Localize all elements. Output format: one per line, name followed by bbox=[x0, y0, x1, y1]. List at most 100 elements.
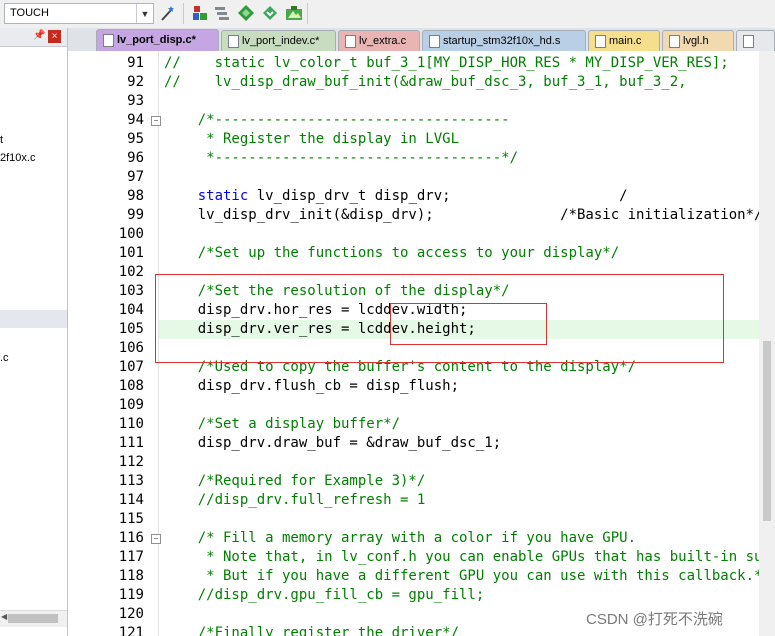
target-select-value: TOUCH bbox=[10, 7, 49, 19]
project-tree-selected-row[interactable] bbox=[0, 310, 67, 328]
code-line[interactable]: // lv_disp_draw_buf_init(&draw_buf_dsc_3… bbox=[164, 73, 687, 92]
line-number: 99 bbox=[127, 207, 144, 223]
code-editor[interactable]: 91 // static lv_color_t buf_3_1[MY_DISP_H… bbox=[68, 51, 775, 636]
line-number: 121 bbox=[118, 625, 144, 636]
scroll-left-icon[interactable]: ◀ bbox=[1, 612, 7, 621]
line-number: 111 bbox=[118, 435, 144, 451]
line-number: 96 bbox=[127, 150, 144, 166]
code-line[interactable]: /*----------------------------------- bbox=[164, 111, 510, 130]
tab-label: lv_extra.c bbox=[359, 35, 407, 47]
line-number: 98 bbox=[127, 188, 144, 204]
wand-icon[interactable] bbox=[158, 3, 178, 23]
comment-text: //disp_drv.gpu_fill_cb = gpu_fill; bbox=[164, 587, 485, 603]
file-icon bbox=[595, 35, 606, 48]
code-text: lv_disp_drv_t disp_drv; / bbox=[248, 188, 628, 204]
editor-vscrollbar[interactable] bbox=[759, 51, 775, 636]
code-line[interactable]: disp_drv.draw_buf = &draw_buf_dsc_1; bbox=[164, 434, 501, 453]
code-line[interactable]: // static lv_color_t buf_3_1[MY_DISP_HOR… bbox=[164, 54, 729, 73]
tab-lv-extra[interactable]: lv_extra.c bbox=[338, 30, 420, 51]
project-panel: 📌 × t 2f10x.c .c ◀ bbox=[0, 28, 68, 636]
project-tree-item[interactable]: 2f10x.c bbox=[0, 152, 35, 164]
code-line[interactable]: * Register the display in LVGL bbox=[164, 130, 459, 149]
code-line[interactable]: /*Finally register the driver*/ bbox=[164, 624, 459, 636]
tab-main[interactable]: main.c bbox=[588, 30, 660, 51]
line-number: 100 bbox=[118, 226, 144, 242]
keyword-token: static bbox=[197, 188, 249, 204]
tab-lvgl-h[interactable]: lvgl.h bbox=[662, 30, 734, 51]
code-line[interactable]: * But if you have a different GPU you ca… bbox=[164, 567, 771, 586]
pack-installer-icon[interactable] bbox=[236, 3, 256, 23]
code-text: disp_drv.draw_buf = &draw_buf_dsc_1; bbox=[164, 435, 502, 451]
tab-overflow[interactable] bbox=[736, 30, 775, 51]
comment-text: /*Required for Example 3)*/ bbox=[164, 473, 426, 489]
code-text: disp_drv.flush_cb = disp_flush; bbox=[164, 378, 460, 394]
line-number: 116 bbox=[118, 530, 144, 546]
line-number: 93 bbox=[127, 93, 144, 109]
comment-text: * Register the display in LVGL bbox=[164, 131, 460, 147]
chevron-down-icon[interactable]: ▼ bbox=[136, 4, 153, 23]
line-number: 94 bbox=[127, 112, 144, 128]
scrollbar-thumb[interactable] bbox=[8, 614, 58, 623]
code-line[interactable]: /*Set a display buffer*/ bbox=[164, 415, 400, 434]
watermark: CSDN @打死不洗碗 bbox=[586, 611, 723, 628]
target-select[interactable]: TOUCH ▼ bbox=[4, 3, 154, 24]
project-panel-hscrollbar[interactable]: ◀ bbox=[0, 610, 67, 627]
code-line[interactable]: static lv_disp_drv_t disp_drv; / bbox=[164, 187, 628, 206]
line-number: 104 bbox=[118, 302, 144, 318]
comment-text: /*Finally register the driver*/ bbox=[164, 625, 460, 636]
line-number: 107 bbox=[118, 359, 144, 375]
tab-label: lvgl.h bbox=[683, 35, 709, 47]
code-line[interactable]: /*Set up the functions to access to your… bbox=[164, 244, 619, 263]
line-number: 118 bbox=[118, 568, 144, 584]
file-icon bbox=[345, 35, 356, 48]
pin-icon[interactable]: 📌 bbox=[33, 30, 45, 41]
comment-text: * Note that, in lv_conf.h you can enable… bbox=[206, 549, 775, 565]
manage-components-icon[interactable] bbox=[212, 3, 232, 23]
line-number: 109 bbox=[118, 397, 144, 413]
line-number: 110 bbox=[118, 416, 144, 432]
code-line[interactable]: //disp_drv.gpu_fill_cb = gpu_fill; bbox=[164, 586, 485, 605]
comment-text: //disp_drv.full_refresh = 1 bbox=[164, 492, 426, 508]
line-number: 101 bbox=[118, 245, 144, 261]
line-number: 112 bbox=[118, 454, 144, 470]
fold-toggle-icon[interactable]: − bbox=[151, 534, 161, 544]
tab-label: startup_stm32f10x_hd.s bbox=[443, 35, 561, 47]
tab-lv-port-disp[interactable]: lv_port_disp.c* bbox=[96, 29, 219, 51]
code-line[interactable]: disp_drv.flush_cb = disp_flush; bbox=[164, 377, 459, 396]
line-number: 105 bbox=[118, 321, 144, 337]
code-line[interactable]: lv_disp_drv_init(&disp_drv); /*Basic ini… bbox=[164, 206, 763, 225]
select-device-icon[interactable] bbox=[284, 3, 304, 23]
file-icon bbox=[743, 35, 754, 48]
scrollbar-thumb[interactable] bbox=[763, 341, 771, 521]
code-line[interactable]: *----------------------------------*/ bbox=[164, 149, 518, 168]
toolbar-separator bbox=[307, 3, 308, 24]
code-line[interactable]: * Note that, in lv_conf.h you can enable… bbox=[164, 548, 775, 567]
project-tree-item[interactable]: t bbox=[0, 134, 3, 146]
tab-startup-stm32f10x-hd[interactable]: startup_stm32f10x_hd.s bbox=[422, 30, 586, 51]
project-tree-item[interactable]: .c bbox=[0, 352, 9, 364]
comment-text: * But if you have a different GPU you ca… bbox=[164, 568, 771, 584]
line-number: 113 bbox=[118, 473, 144, 489]
toolbar-separator bbox=[183, 3, 184, 24]
comment-text: /*Set a display buffer*/ bbox=[164, 416, 401, 432]
line-number: 102 bbox=[118, 264, 144, 280]
install-icon[interactable] bbox=[260, 3, 280, 23]
tab-lv-port-indev[interactable]: lv_port_indev.c* bbox=[221, 30, 336, 51]
code-line[interactable]: //disp_drv.full_refresh = 1 bbox=[164, 491, 426, 510]
code-line[interactable]: /* Fill a memory array with a color if y… bbox=[164, 529, 636, 548]
close-icon[interactable]: × bbox=[48, 30, 61, 43]
file-icon bbox=[103, 34, 114, 47]
line-number: 92 bbox=[127, 74, 144, 90]
file-icon bbox=[228, 35, 239, 48]
comment-text: /* Fill a memory array with a color if y… bbox=[164, 530, 637, 546]
line-number: 106 bbox=[118, 340, 144, 356]
line-number: 91 bbox=[127, 55, 144, 71]
line-number: 119 bbox=[118, 587, 144, 603]
fold-toggle-icon[interactable]: − bbox=[151, 116, 161, 126]
file-icon bbox=[669, 35, 680, 48]
options-icon[interactable] bbox=[190, 3, 210, 23]
tab-label: main.c bbox=[609, 35, 642, 47]
code-line[interactable]: /*Required for Example 3)*/ bbox=[164, 472, 426, 491]
line-number: 97 bbox=[127, 169, 144, 185]
tab-label: lv_port_disp.c* bbox=[117, 34, 196, 46]
